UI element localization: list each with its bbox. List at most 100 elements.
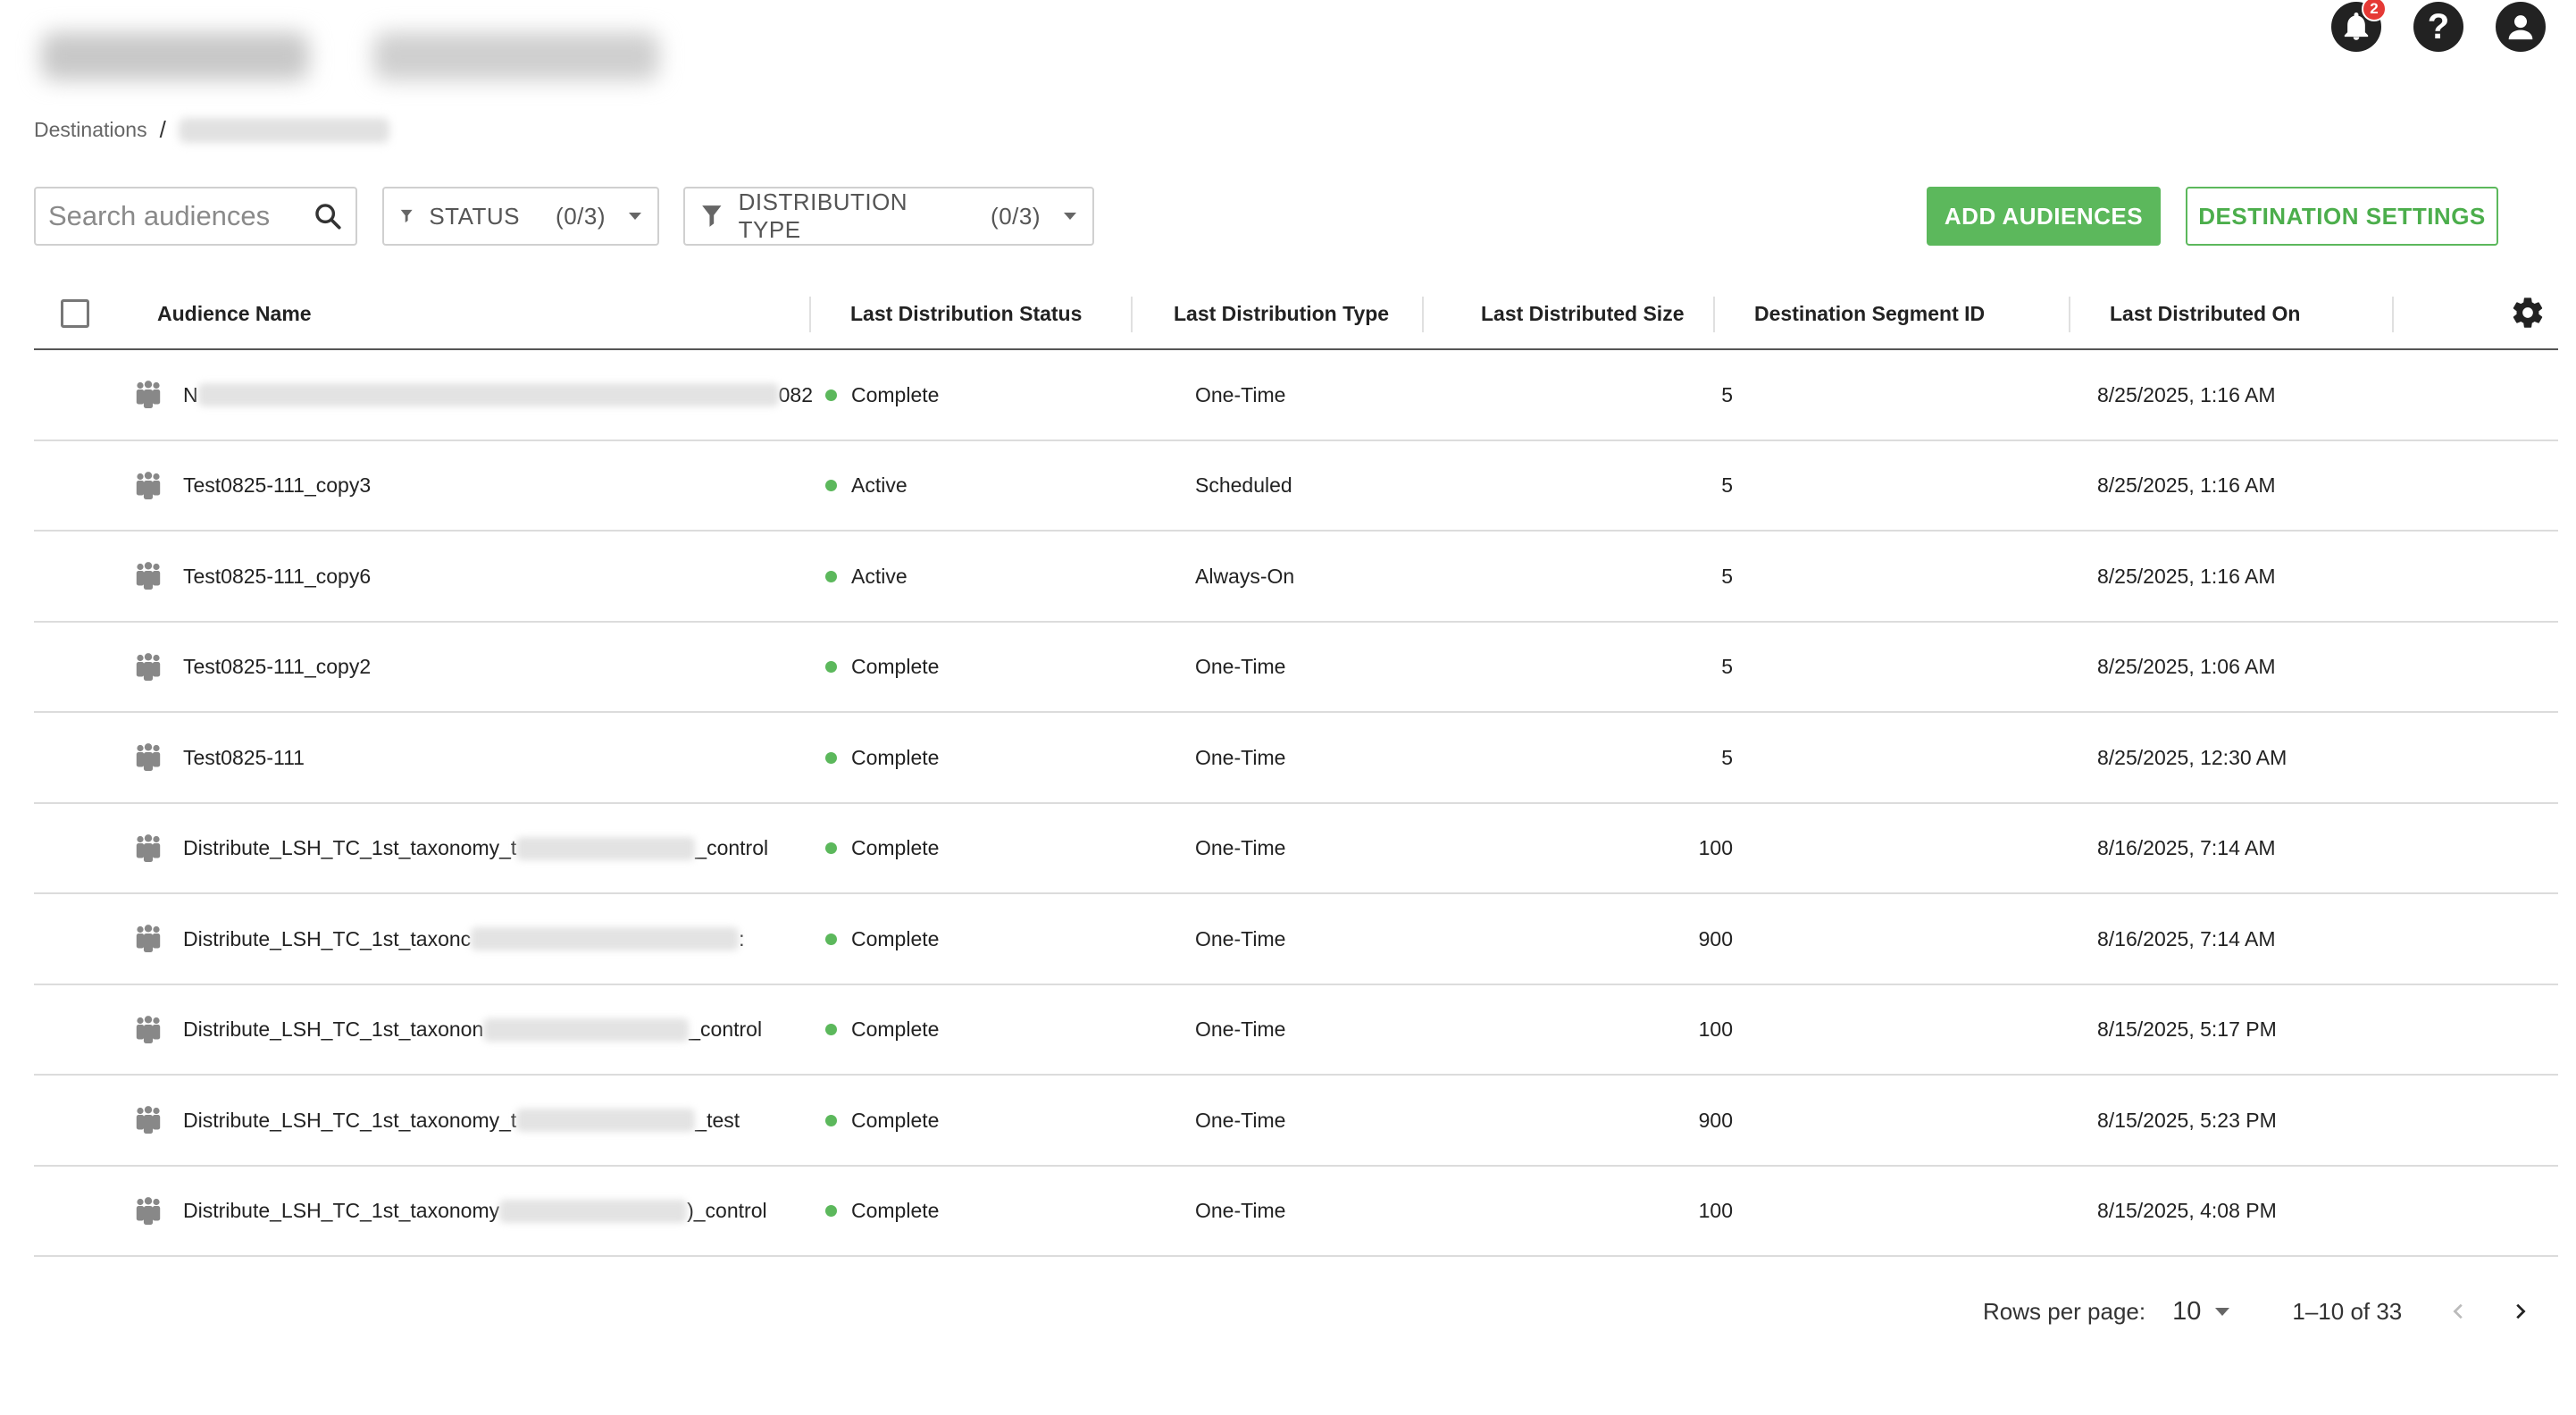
- status-indicator-dot: [825, 1024, 837, 1035]
- audience-name-cell[interactable]: N 082: [183, 350, 813, 440]
- gear-icon[interactable]: [2510, 295, 2546, 331]
- table-row[interactable]: N 082 Complete One-Time 5 8/25/2025, 1:16 AM: [34, 350, 2558, 441]
- distributed-size-cell: 100: [1698, 836, 1733, 859]
- distribution-type-cell: One-Time: [1195, 655, 1286, 678]
- column-header-last-distributed-size[interactable]: Last Distributed Size: [1481, 277, 1684, 350]
- previous-page-button[interactable]: [2441, 1294, 2477, 1329]
- distribution-type-cell: One-Time: [1195, 382, 1286, 406]
- audience-group-icon: [132, 1195, 164, 1227]
- column-header-last-distribution-status[interactable]: Last Distribution Status: [850, 277, 1082, 350]
- breadcrumb-destinations-link[interactable]: Destinations: [34, 118, 147, 142]
- status-text: Complete: [851, 1108, 940, 1132]
- audience-group-icon: [132, 833, 164, 865]
- select-all-checkbox[interactable]: [61, 299, 89, 328]
- status-text: Complete: [851, 745, 940, 769]
- audience-name-suffix: 082: [778, 382, 813, 406]
- status-text: Active: [851, 473, 907, 497]
- status-cell: Complete: [825, 1167, 939, 1256]
- pagination-range: 1–10 of 33: [2292, 1297, 2403, 1325]
- breadcrumb: Destinations /: [34, 116, 389, 144]
- distributed-on-cell: 8/25/2025, 1:06 AM: [2097, 655, 2276, 678]
- status-text: Complete: [851, 1017, 940, 1041]
- chevron-left-icon: [2453, 1303, 2463, 1319]
- audience-name-cell[interactable]: Test0825-111: [183, 713, 305, 802]
- notifications-button[interactable]: 2: [2331, 0, 2387, 52]
- status-filter-dropdown[interactable]: STATUS (0/3): [382, 187, 659, 246]
- table-row[interactable]: Distribute_LSH_TC_1st_taxonomy_t _control…: [34, 804, 2558, 894]
- notification-count-badge: 2: [2362, 0, 2387, 21]
- status-filter-count: (0/3): [556, 202, 606, 230]
- distribution-type-cell: One-Time: [1195, 1199, 1286, 1222]
- distribution-type-filter-count: (0/3): [991, 202, 1041, 230]
- column-header-last-distribution-type[interactable]: Last Distribution Type: [1174, 277, 1389, 350]
- rows-per-page-select[interactable]: 10: [2172, 1296, 2230, 1327]
- distribution-type-filter-dropdown[interactable]: DISTRIBUTION TYPE (0/3): [683, 187, 1094, 246]
- audience-name-cell[interactable]: Distribute_LSH_TC_1st_taxonomy_t _control: [183, 804, 768, 893]
- rows-per-page-label: Rows per page:: [1983, 1297, 2146, 1325]
- audience-name-prefix: Distribute_LSH_TC_1st_taxonomy_t: [183, 836, 517, 859]
- status-indicator-dot: [825, 842, 837, 854]
- column-divider[interactable]: [809, 297, 811, 332]
- chevron-down-icon: [1064, 213, 1076, 220]
- audience-name-prefix: Distribute_LSH_TC_1st_taxonomy: [183, 1199, 500, 1222]
- audience-name-cell[interactable]: Distribute_LSH_TC_1st_taxonomy_t _test: [183, 1076, 740, 1165]
- column-divider[interactable]: [1131, 297, 1133, 332]
- table-row[interactable]: Distribute_LSH_TC_1st_taxonomy)_control C…: [34, 1167, 2558, 1257]
- destination-settings-button[interactable]: DESTINATION SETTINGS: [2186, 187, 2498, 246]
- audience-name-cell[interactable]: Distribute_LSH_TC_1st_taxonc:: [183, 894, 745, 984]
- status-indicator-dot: [825, 661, 837, 673]
- column-divider[interactable]: [1422, 297, 1424, 332]
- table-row[interactable]: Test0825-111 Complete One-Time 5 8/25/2025, …: [34, 713, 2558, 804]
- status-indicator-dot: [825, 933, 837, 945]
- pagination: Rows per page: 10 1–10 of 33: [1983, 1285, 2538, 1338]
- account-button[interactable]: [2496, 2, 2546, 52]
- status-indicator-dot: [825, 570, 837, 582]
- audience-name-cell[interactable]: Distribute_LSH_TC_1st_taxonon _control: [183, 985, 762, 1075]
- column-divider[interactable]: [2392, 297, 2394, 332]
- table-row[interactable]: Distribute_LSH_TC_1st_taxonc: Complete One…: [34, 894, 2558, 985]
- status-cell: Complete: [825, 713, 939, 802]
- search-input[interactable]: [48, 200, 289, 232]
- table-row[interactable]: Distribute_LSH_TC_1st_taxonon _control Com…: [34, 985, 2558, 1076]
- status-text: Complete: [851, 836, 940, 859]
- help-button[interactable]: ?: [2413, 2, 2463, 52]
- audience-name-cell[interactable]: Test0825-111_copy6: [183, 532, 371, 621]
- distribution-type-cell: One-Time: [1195, 745, 1286, 769]
- status-cell: Complete: [825, 894, 939, 984]
- distributed-size-cell: 900: [1698, 926, 1733, 950]
- distributed-size-cell: 5: [1721, 745, 1733, 769]
- status-text: Complete: [851, 382, 940, 406]
- audience-group-icon: [132, 1014, 164, 1046]
- audience-name-redacted: [197, 383, 779, 406]
- chevron-down-icon: [2215, 1307, 2230, 1316]
- table-row[interactable]: Test0825-111_copy2 Complete One-Time 5 8/25/…: [34, 623, 2558, 713]
- status-indicator-dot: [825, 1114, 837, 1126]
- filter-icon: [400, 209, 413, 223]
- rows-per-page-value: 10: [2172, 1296, 2202, 1326]
- next-page-button[interactable]: [2502, 1294, 2538, 1329]
- audience-name-prefix: N: [183, 382, 198, 406]
- column-header-last-distributed-on[interactable]: Last Distributed On: [2110, 277, 2300, 350]
- audience-name-cell[interactable]: Distribute_LSH_TC_1st_taxonomy)_control: [183, 1167, 767, 1256]
- distributed-size-cell: 100: [1698, 1199, 1733, 1222]
- filter-icon: [702, 205, 722, 227]
- column-divider[interactable]: [2069, 297, 2070, 332]
- table-row[interactable]: Test0825-111_copy6 Active Always-On 5 8/25/2…: [34, 532, 2558, 623]
- audience-name-prefix: Test0825-111: [183, 745, 305, 769]
- distributed-on-cell: 8/15/2025, 4:08 PM: [2097, 1199, 2277, 1222]
- distributed-size-cell: 5: [1721, 655, 1733, 678]
- column-header-destination-segment-id[interactable]: Destination Segment ID: [1754, 277, 1985, 350]
- table-row[interactable]: Distribute_LSH_TC_1st_taxonomy_t _test Com…: [34, 1076, 2558, 1167]
- column-header-audience-name[interactable]: Audience Name: [157, 277, 312, 350]
- audience-name-cell[interactable]: Test0825-111_copy3: [183, 441, 371, 531]
- distributed-on-cell: 8/15/2025, 5:23 PM: [2097, 1108, 2277, 1132]
- distributed-size-cell: 5: [1721, 382, 1733, 406]
- help-icon: ?: [2427, 6, 2450, 46]
- search-icon[interactable]: [313, 201, 343, 231]
- audience-name-cell[interactable]: Test0825-111_copy2: [183, 623, 371, 712]
- audience-group-icon: [132, 651, 164, 683]
- audience-group-icon: [132, 741, 164, 774]
- add-audiences-button[interactable]: ADD AUDIENCES: [1927, 187, 2161, 246]
- column-divider[interactable]: [1713, 297, 1715, 332]
- table-row[interactable]: Test0825-111_copy3 Active Scheduled 5 8/25/2…: [34, 441, 2558, 532]
